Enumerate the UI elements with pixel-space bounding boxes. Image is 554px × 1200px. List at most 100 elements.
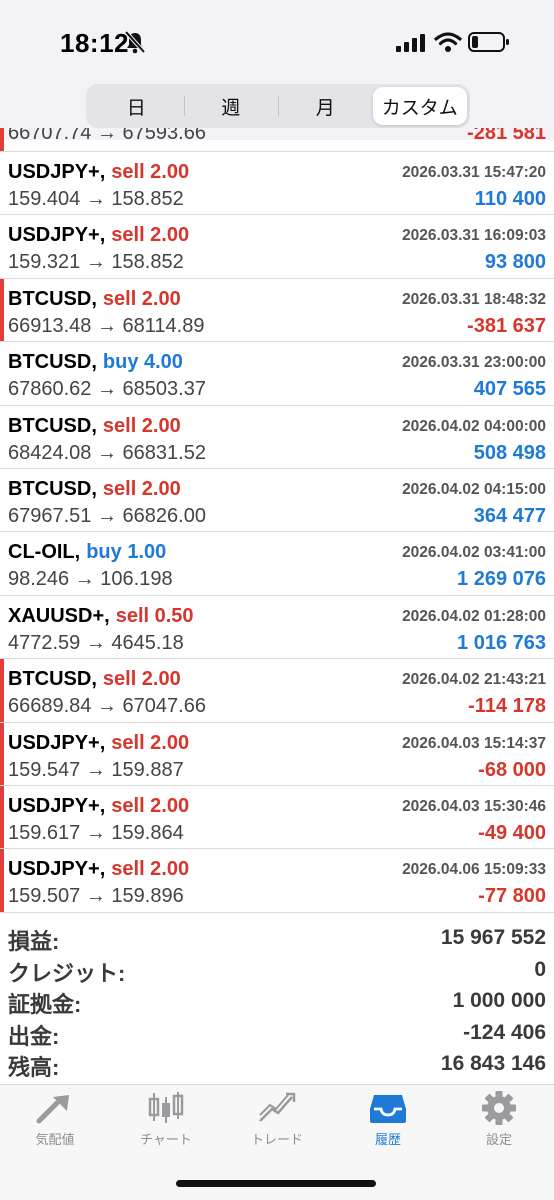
period-custom-tab[interactable]: カスタム <box>372 87 467 125</box>
tab-trade[interactable]: トレード <box>222 1091 332 1148</box>
deal-symbol-text: USDJPY+, <box>8 161 106 183</box>
deal-row[interactable]: USDJPY+, sell 2.00 2026.04.03 15:14:37 159.… <box>0 722 554 786</box>
deal-prices: 159.547 → 159.887 <box>8 758 184 781</box>
deal-profit: -381 637 <box>467 314 546 337</box>
deal-symbol-text: USDJPY+, <box>8 731 106 754</box>
deal-prices: 159.507 → 159.896 <box>8 885 184 908</box>
tab-settings[interactable]: 設定 <box>444 1091 554 1148</box>
deal-datetime: 2026.04.02 03:41:00 <box>402 544 546 562</box>
deal-prices: 66913.48 → 68114.89 <box>8 314 205 337</box>
settings-icon <box>482 1091 516 1125</box>
summary-profit-row: 損益: 15 967 552 <box>0 922 554 954</box>
deal-symbol: USDJPY+, sell 2.00 <box>8 224 189 247</box>
deal-side-volume: sell 0.50 <box>115 604 194 627</box>
deal-datetime: 2026.04.02 04:00:00 <box>402 417 546 435</box>
deal-row[interactable]: USDJPY+, sell 2.00 2026.03.31 16:09:03 159.… <box>0 215 554 279</box>
deal-prices: 159.404 → 158.852 <box>8 188 184 210</box>
summary-deposit-label: 証拠金: <box>8 992 82 1017</box>
trade-icon <box>259 1092 296 1122</box>
deal-profit: -49 400 <box>478 821 546 844</box>
deal-row[interactable]: USDJPY+, sell 2.00 2026.03.31 15:47:20 159.… <box>0 152 554 216</box>
deal-row-partial[interactable]: 66707.74 → 67593.66 -281 581 <box>0 128 554 152</box>
deal-row[interactable]: BTCUSD, buy 4.00 2026.03.31 23:00:00 67860.… <box>0 342 554 406</box>
deal-profit: -281 581 <box>467 128 546 144</box>
summary-balance-row: 残高: 16 843 146 <box>0 1048 554 1080</box>
summary-balance-label: 残高: <box>8 1055 60 1080</box>
tab-trade-label: トレード <box>250 1132 303 1147</box>
deal-row[interactable]: USDJPY+, sell 2.00 2026.04.06 15:09:33 159.… <box>0 849 554 913</box>
summary-credit-label: クレジット: <box>8 960 126 986</box>
deal-datetime: 2026.04.02 04:15:00 <box>402 480 546 498</box>
deal-symbol-text: BTCUSD, <box>8 414 97 437</box>
period-week-tab[interactable]: 週 <box>183 87 279 125</box>
deal-row[interactable]: BTCUSD, sell 2.00 2026.03.31 18:48:32 66913… <box>0 278 554 343</box>
deal-symbol: BTCUSD, sell 2.00 <box>8 415 181 438</box>
deal-side-volume: sell 2.00 <box>102 414 181 437</box>
deal-prices: 66689.84 → 67047.66 <box>8 695 206 718</box>
deal-prices: 98.246 → 106.198 <box>8 568 173 591</box>
summary-withdrawal-label: 出金: <box>8 1023 60 1049</box>
deal-symbol: BTCUSD, sell 2.00 <box>8 478 181 501</box>
deal-prices: 4772.59 → 4645.18 <box>8 631 184 654</box>
summary-deposit-value: 1 000 000 <box>452 989 546 1012</box>
tab-quotes-label: 気配値 <box>35 1132 75 1147</box>
deal-datetime: 2026.04.06 15:09:33 <box>402 861 546 879</box>
deal-datetime: 2026.04.02 01:28:00 <box>402 607 546 625</box>
period-month-tab[interactable]: 月 <box>278 87 373 125</box>
deal-profit: -114 178 <box>468 695 546 718</box>
deal-symbol: USDJPY+, sell 2.00 <box>8 858 189 881</box>
summary-profit-value: 15 967 552 <box>440 926 546 949</box>
deal-profit: 508 498 <box>473 441 546 464</box>
deals-list: 66707.74 → 67593.66 -281 581 USDJPY+, sel… <box>0 128 554 913</box>
signal-icon <box>396 34 425 52</box>
deal-datetime: 2026.03.31 18:48:32 <box>402 290 546 308</box>
deal-symbol-text: XAUUSD+, <box>8 604 110 627</box>
chart-icon <box>148 1092 184 1123</box>
deal-row[interactable]: XAUUSD+, sell 0.50 2026.04.02 01:28:00 4772… <box>0 596 554 660</box>
deal-row[interactable]: CL-OIL, buy 1.00 2026.04.02 03:41:00 98.246… <box>0 532 554 596</box>
deal-profit: 93 800 <box>484 251 546 274</box>
deal-row[interactable]: USDJPY+, sell 2.00 2026.04.03 15:30:46 159.… <box>0 785 554 850</box>
battery-icon <box>468 32 509 52</box>
deal-side-volume: buy 4.00 <box>102 351 183 374</box>
summary-withdrawal-value: -124 406 <box>463 1020 546 1044</box>
deal-side-volume: sell 2.00 <box>111 858 190 881</box>
deal-row[interactable]: BTCUSD, sell 2.00 2026.04.02 04:15:00 67967… <box>0 469 554 533</box>
status-time: 18:12 <box>60 28 129 58</box>
deal-symbol: XAUUSD+, sell 0.50 <box>8 605 194 628</box>
deal-symbol-text: USDJPY+, <box>8 224 106 247</box>
period-segmented-control: 日 週 月 カスタム <box>86 84 470 128</box>
deal-side-volume: sell 2.00 <box>102 668 181 691</box>
summary-balance-value: 16 843 146 <box>440 1052 546 1075</box>
deal-profit: -77 800 <box>478 885 546 908</box>
deal-symbol-text: USDJPY+, <box>8 794 106 817</box>
summary-panel: 損益: 15 967 552 クレジット: 0 証拠金: 1 000 000 出… <box>0 922 554 1080</box>
deal-symbol: USDJPY+, sell 2.00 <box>8 732 189 755</box>
deal-profit: 110 400 <box>474 188 546 210</box>
deal-symbol-text: BTCUSD, <box>8 477 97 500</box>
deal-row[interactable]: BTCUSD, sell 2.00 2026.04.02 04:00:00 68424… <box>0 406 554 469</box>
wifi-icon <box>434 32 462 52</box>
home-indicator <box>176 1180 376 1187</box>
deal-prices: 66707.74 → 67593.66 <box>8 128 206 144</box>
deal-datetime: 2026.03.31 16:09:03 <box>402 227 546 245</box>
tab-chart[interactable]: チャート <box>111 1091 221 1148</box>
deal-symbol-text: BTCUSD, <box>8 287 97 310</box>
deal-datetime: 2026.03.31 23:00:00 <box>402 354 546 372</box>
tab-quotes[interactable]: 気配値 <box>0 1091 110 1148</box>
tab-chart-label: チャート <box>140 1132 192 1147</box>
deal-profit: -68 000 <box>478 758 546 781</box>
deal-side-volume: sell 2.00 <box>102 287 181 310</box>
tab-history[interactable]: 履歴 <box>333 1091 443 1148</box>
period-day-tab[interactable]: 日 <box>89 87 184 125</box>
bell-slash-icon <box>124 30 146 54</box>
deal-side-volume: buy 1.00 <box>86 541 167 564</box>
quotes-icon <box>36 1095 69 1124</box>
tab-history-label: 履歴 <box>374 1132 401 1147</box>
deal-row[interactable]: BTCUSD, sell 2.00 2026.04.02 21:43:21 66689… <box>0 659 554 723</box>
deal-prices: 68424.08 → 66831.52 <box>8 441 206 464</box>
deal-prices: 159.321 → 158.852 <box>8 251 184 274</box>
deal-prices: 67860.62 → 68503.37 <box>8 378 206 401</box>
summary-withdrawal-row: 出金: -124 406 <box>0 1017 554 1049</box>
summary-profit-label: 損益: <box>8 929 60 954</box>
